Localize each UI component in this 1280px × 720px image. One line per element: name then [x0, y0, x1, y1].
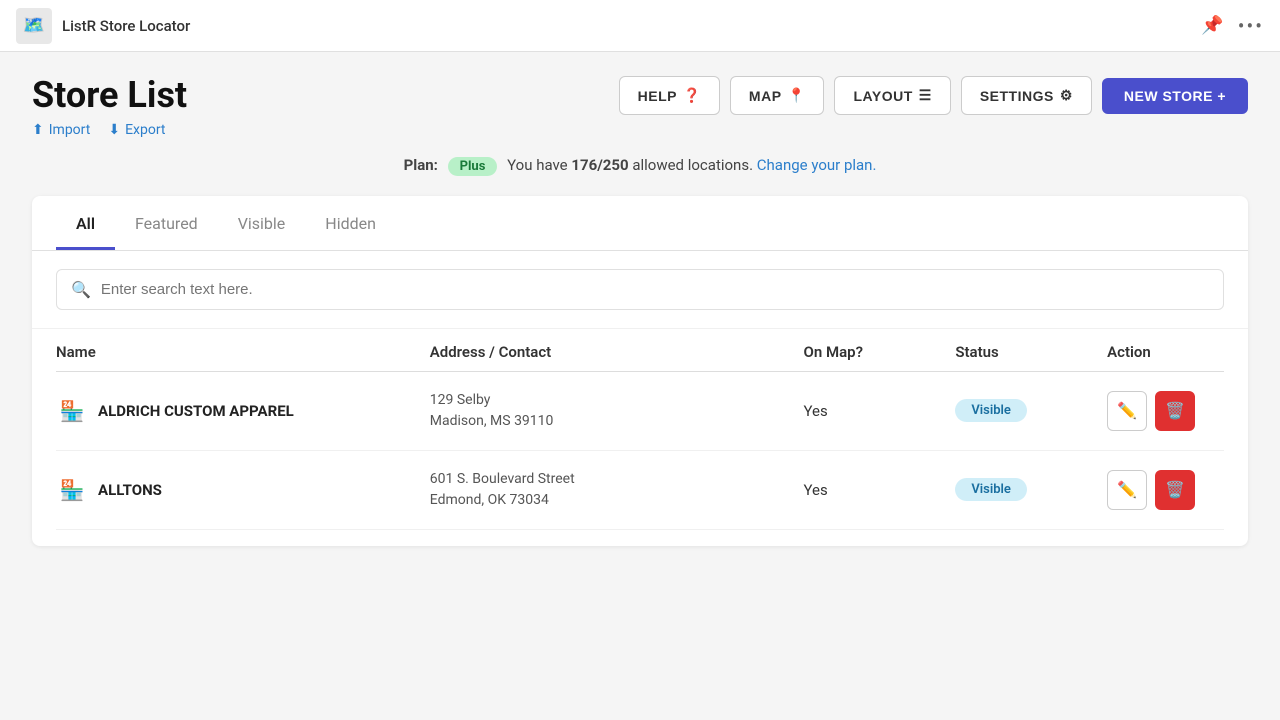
layout-button[interactable]: LAYOUT ☰ — [834, 76, 950, 115]
plan-bar: Plan: Plus You have 176/250 allowed loca… — [32, 156, 1248, 176]
col-header-address: Address / Contact — [430, 329, 804, 372]
col-header-name: Name — [56, 329, 430, 372]
store-address-cell: 129 Selby Madison, MS 39110 — [430, 371, 804, 450]
tab-all[interactable]: All — [56, 196, 115, 250]
tabs: All Featured Visible Hidden — [32, 196, 1248, 251]
new-store-button[interactable]: NEW STORE + — [1102, 78, 1248, 114]
search-wrap: 🔍 — [32, 251, 1248, 329]
address-line2: Madison, MS 39110 — [430, 411, 804, 432]
action-buttons: ✏️ 🗑️ — [1107, 470, 1224, 510]
topbar-left: 🗺️ ListR Store Locator — [16, 8, 190, 44]
plan-count: 176/250 — [571, 156, 628, 174]
logo-icon: 🗺️ — [23, 15, 45, 36]
export-icon: ⬇ — [108, 122, 120, 138]
layout-icon: ☰ — [919, 87, 932, 104]
header-links: ⬆ Import ⬇ Export — [32, 122, 187, 138]
main-content: Store List ⬆ Import ⬇ Export HELP ❓ MAP … — [0, 52, 1280, 570]
store-status-cell: Visible — [955, 450, 1107, 529]
store-status-cell: Visible — [955, 371, 1107, 450]
header-buttons: HELP ❓ MAP 📍 LAYOUT ☰ SETTINGS ⚙ NEW STO… — [619, 76, 1248, 115]
export-link[interactable]: ⬇ Export — [108, 122, 165, 138]
tab-featured[interactable]: Featured — [115, 196, 218, 250]
settings-gear-icon: ⚙ — [1060, 87, 1073, 104]
tab-hidden[interactable]: Hidden — [305, 196, 396, 250]
change-plan-link[interactable]: Change your plan. — [757, 156, 877, 174]
settings-button[interactable]: SETTINGS ⚙ — [961, 76, 1092, 115]
app-title: ListR Store Locator — [62, 17, 190, 35]
import-link[interactable]: ⬆ Import — [32, 122, 90, 138]
more-options-icon[interactable]: ••• — [1238, 14, 1264, 38]
map-button[interactable]: MAP 📍 — [730, 76, 825, 115]
store-name: ALLTONS — [98, 481, 162, 499]
tab-visible[interactable]: Visible — [218, 196, 306, 250]
header-row: Store List ⬆ Import ⬇ Export HELP ❓ MAP … — [32, 76, 1248, 138]
action-buttons: ✏️ 🗑️ — [1107, 391, 1224, 431]
store-name-cell: 🏪 ALDRICH CUSTOM APPAREL — [56, 371, 430, 450]
plan-label: Plan: — [404, 156, 438, 174]
store-table: Name Address / Contact On Map? Status Ac… — [56, 329, 1224, 530]
table-wrap: Name Address / Contact On Map? Status Ac… — [32, 329, 1248, 546]
store-name-cell: 🏪 ALLTONS — [56, 450, 430, 529]
store-address-cell: 601 S. Boulevard Street Edmond, OK 73034 — [430, 450, 804, 529]
map-pin-icon: 📍 — [788, 87, 806, 104]
store-action-cell: ✏️ 🗑️ — [1107, 450, 1224, 529]
address-line1: 129 Selby — [430, 390, 804, 411]
store-row-icon: 🏪 — [56, 395, 88, 427]
edit-button[interactable]: ✏️ — [1107, 391, 1147, 431]
help-button[interactable]: HELP ❓ — [619, 76, 720, 115]
table-row: 🏪 ALLTONS 601 S. Boulevard Street Edmond… — [56, 450, 1224, 529]
col-header-map: On Map? — [804, 329, 956, 372]
header-left: Store List ⬆ Import ⬇ Export — [32, 76, 187, 138]
col-header-status: Status — [955, 329, 1107, 372]
address-line1: 601 S. Boulevard Street — [430, 469, 804, 490]
page-title: Store List — [32, 76, 187, 116]
help-icon: ❓ — [683, 87, 701, 104]
topbar: 🗺️ ListR Store Locator 📌 ••• — [0, 0, 1280, 52]
plan-text-post: allowed locations. — [632, 156, 753, 174]
address-line2: Edmond, OK 73034 — [430, 490, 804, 511]
import-icon: ⬆ — [32, 122, 44, 138]
edit-button[interactable]: ✏️ — [1107, 470, 1147, 510]
store-row-icon: 🏪 — [56, 474, 88, 506]
delete-button[interactable]: 🗑️ — [1155, 470, 1195, 510]
table-row: 🏪 ALDRICH CUSTOM APPAREL 129 Selby Madis… — [56, 371, 1224, 450]
col-header-action: Action — [1107, 329, 1224, 372]
status-badge: Visible — [955, 478, 1027, 501]
search-inner: 🔍 — [56, 269, 1224, 310]
store-onmap-cell: Yes — [804, 371, 956, 450]
table-header-row: Name Address / Contact On Map? Status Ac… — [56, 329, 1224, 372]
status-badge: Visible — [955, 399, 1027, 422]
delete-button[interactable]: 🗑️ — [1155, 391, 1195, 431]
store-name: ALDRICH CUSTOM APPAREL — [98, 402, 294, 420]
store-onmap-cell: Yes — [804, 450, 956, 529]
store-action-cell: ✏️ 🗑️ — [1107, 371, 1224, 450]
search-input[interactable] — [101, 281, 1209, 298]
store-card: All Featured Visible Hidden 🔍 Name Addre… — [32, 196, 1248, 546]
topbar-right: 📌 ••• — [1201, 14, 1264, 38]
app-logo: 🗺️ — [16, 8, 52, 44]
plan-badge: Plus — [448, 157, 498, 176]
plan-text-pre: You have — [507, 156, 568, 174]
pin-icon[interactable]: 📌 — [1201, 15, 1223, 36]
search-icon: 🔍 — [71, 280, 91, 299]
